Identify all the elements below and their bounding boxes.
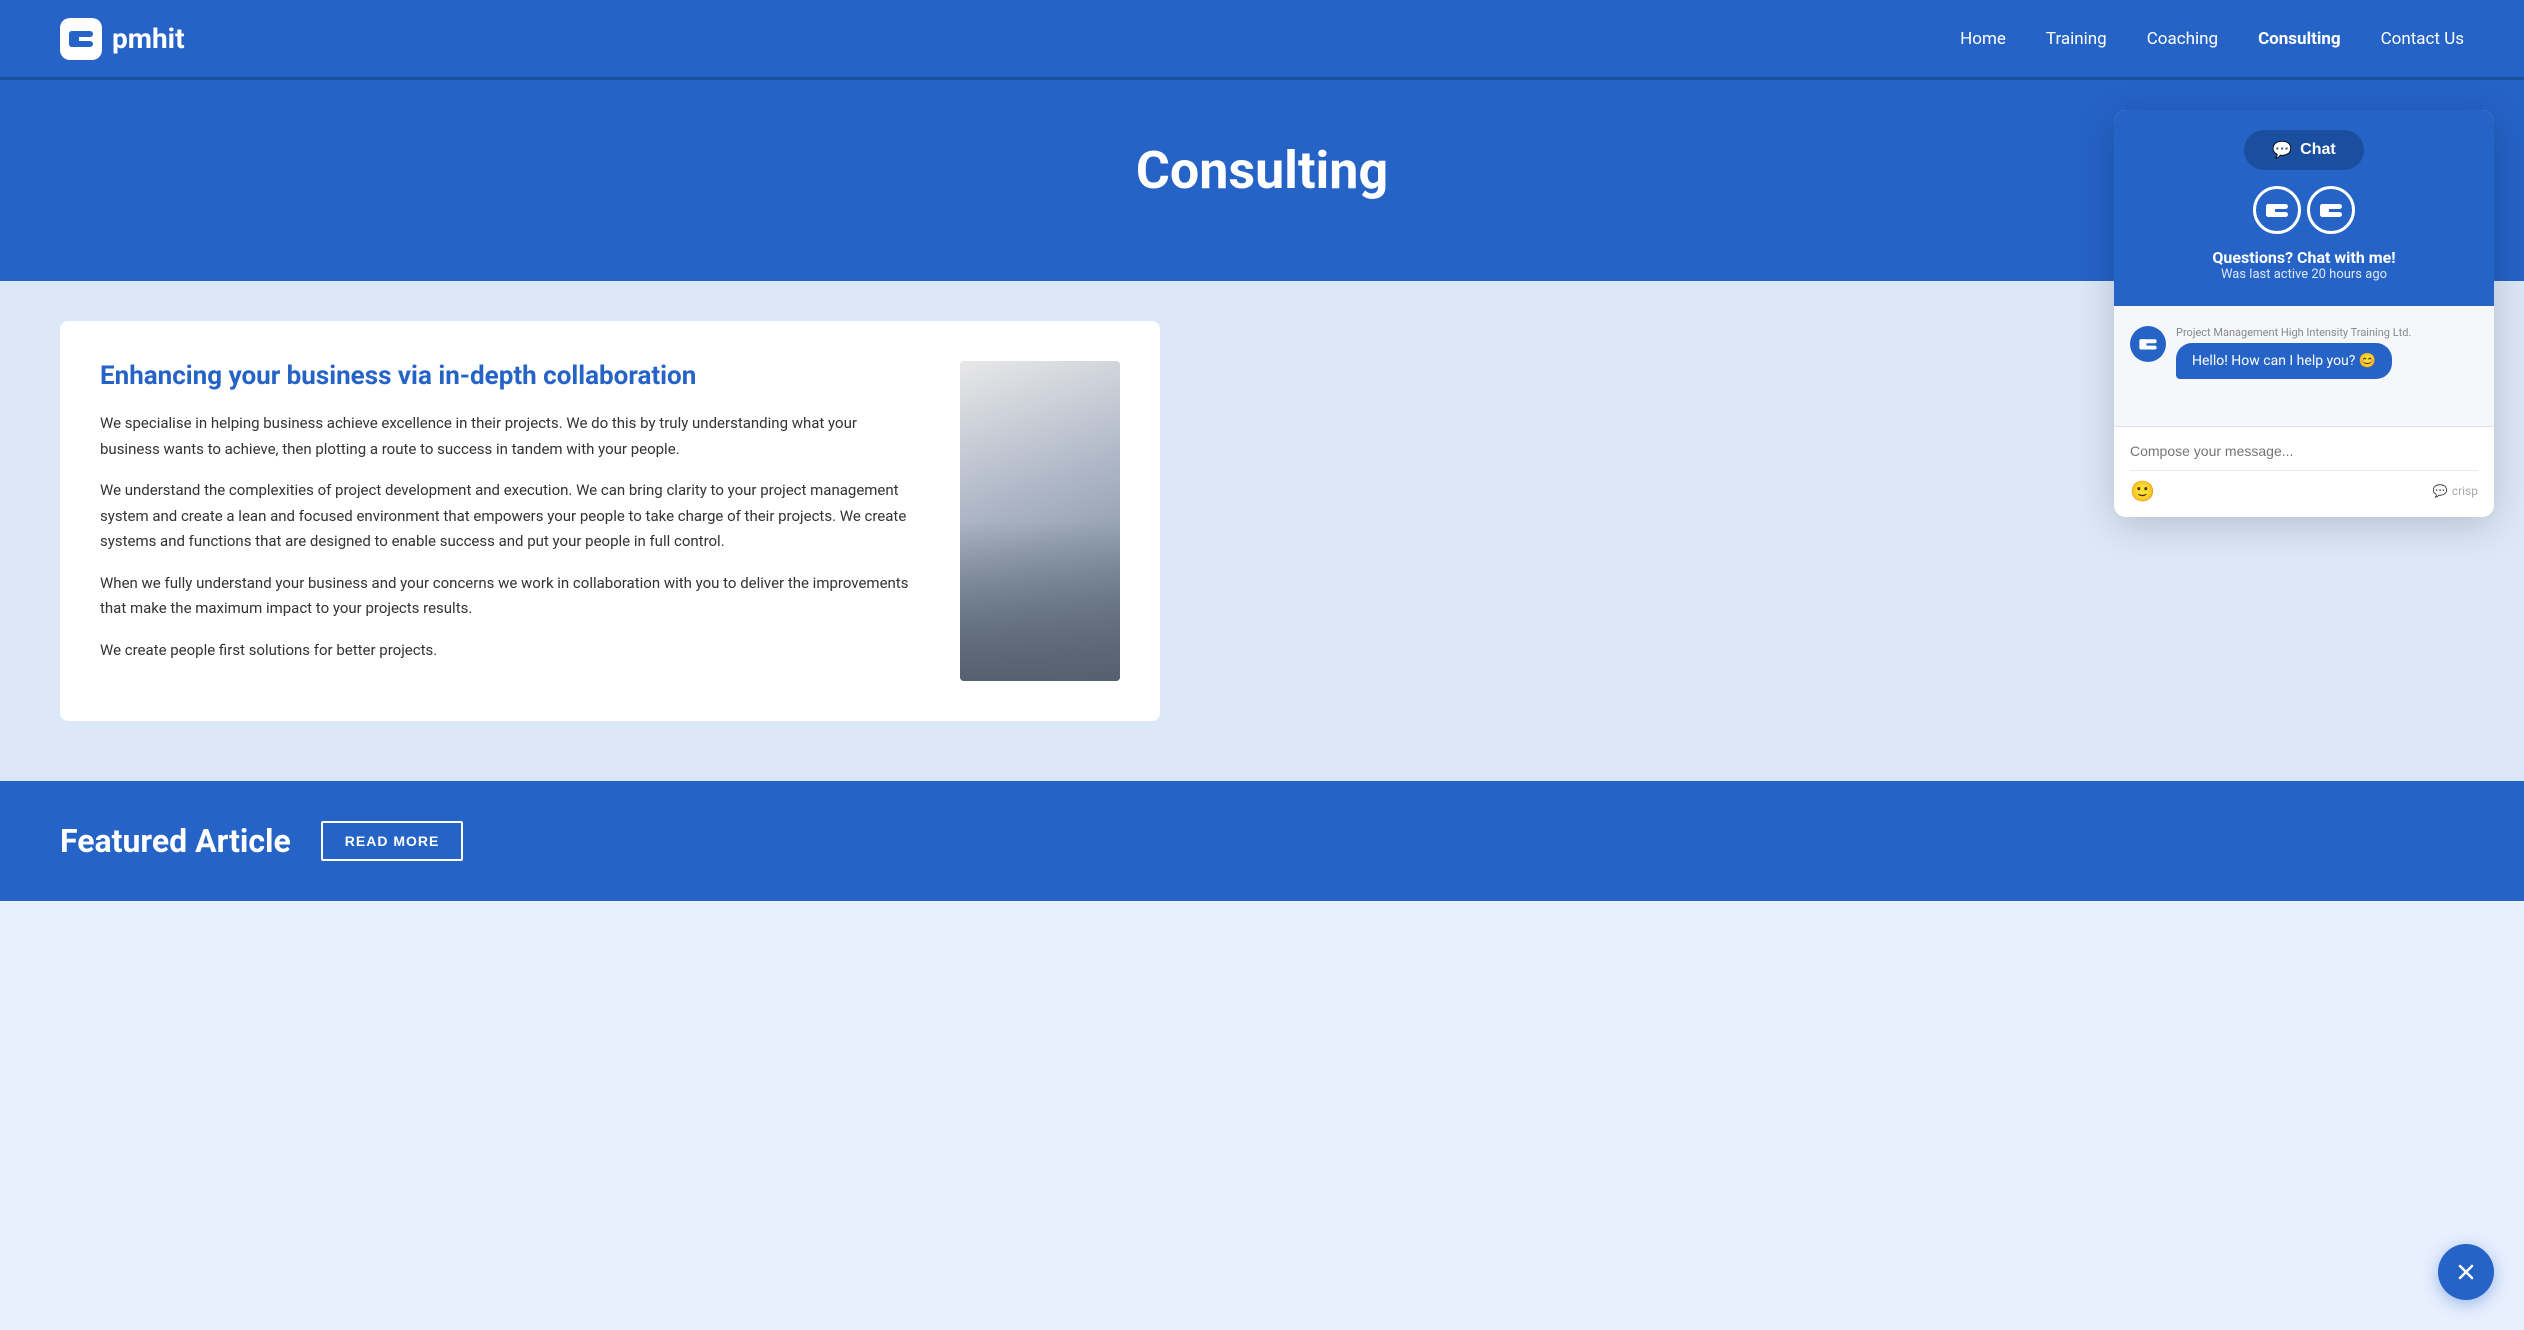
chat-message-content: Project Management High Intensity Traini… (2176, 326, 2478, 379)
chat-close-button[interactable] (2438, 1244, 2494, 1300)
nav-coaching[interactable]: Coaching (2147, 29, 2218, 49)
avatar-1 (2253, 186, 2301, 234)
logo-text: pmhit (112, 22, 185, 55)
content-heading: Enhancing your business via in-depth col… (100, 361, 920, 391)
chat-button-label: Chat (2300, 141, 2336, 159)
chat-button-row: 💬 Chat (2134, 130, 2474, 170)
content-image (960, 361, 1120, 681)
chat-header: 💬 Chat (2114, 110, 2494, 306)
chat-bubble-icon: 💬 (2272, 140, 2292, 160)
crisp-badge: 💬 crisp (2433, 484, 2478, 498)
logo[interactable]: pmhit (60, 18, 185, 60)
chat-sender-name: Project Management High Intensity Traini… (2176, 326, 2478, 339)
agent-status: Was last active 20 hours ago (2134, 267, 2474, 282)
featured-section: Featured Article READ MORE (0, 781, 2524, 901)
content-paragraph-2: We understand the complexities of projec… (100, 478, 920, 555)
chat-message-row: Project Management High Intensity Traini… (2130, 326, 2478, 379)
chat-bubble: Hello! How can I help you? 😊 (2176, 343, 2392, 379)
chat-agent-info: Questions? Chat with me! Was last active… (2134, 248, 2474, 282)
agent-name: Questions? Chat with me! (2134, 248, 2474, 267)
crisp-label: crisp (2452, 484, 2478, 498)
content-paragraph-1: We specialise in helping business achiev… (100, 411, 920, 462)
chat-input[interactable] (2130, 443, 2478, 459)
content-card: Enhancing your business via in-depth col… (60, 321, 1160, 721)
chat-sender-avatar (2130, 326, 2166, 362)
chat-icon-small: 💬 (2433, 484, 2448, 498)
emoji-icon[interactable]: 🙂 (2130, 479, 2155, 503)
logo-icon (60, 18, 102, 60)
read-more-button[interactable]: READ MORE (321, 821, 464, 861)
content-text: Enhancing your business via in-depth col… (100, 361, 920, 663)
chat-input-area: 🙂 💬 crisp (2114, 426, 2494, 517)
content-paragraph-4: We create people first solutions for bet… (100, 638, 920, 664)
featured-title: Featured Article (60, 822, 291, 860)
content-paragraph-3: When we fully understand your business a… (100, 571, 920, 622)
nav-home[interactable]: Home (1960, 29, 2006, 49)
chat-button[interactable]: 💬 Chat (2244, 130, 2363, 170)
agent-avatars (2253, 186, 2355, 234)
main-nav: Home Training Coaching Consulting Contac… (1960, 29, 2464, 49)
agent-avatar-row (2134, 186, 2474, 234)
header: pmhit Home Training Coaching Consulting … (0, 0, 2524, 80)
nav-consulting[interactable]: Consulting (2258, 29, 2341, 49)
nav-contact[interactable]: Contact Us (2381, 29, 2464, 49)
nav-training[interactable]: Training (2046, 29, 2107, 49)
chat-widget: 💬 Chat (2114, 110, 2494, 517)
avatar-2 (2307, 186, 2355, 234)
chat-input-footer: 🙂 💬 crisp (2130, 470, 2478, 503)
chat-messages: Project Management High Intensity Traini… (2114, 306, 2494, 426)
